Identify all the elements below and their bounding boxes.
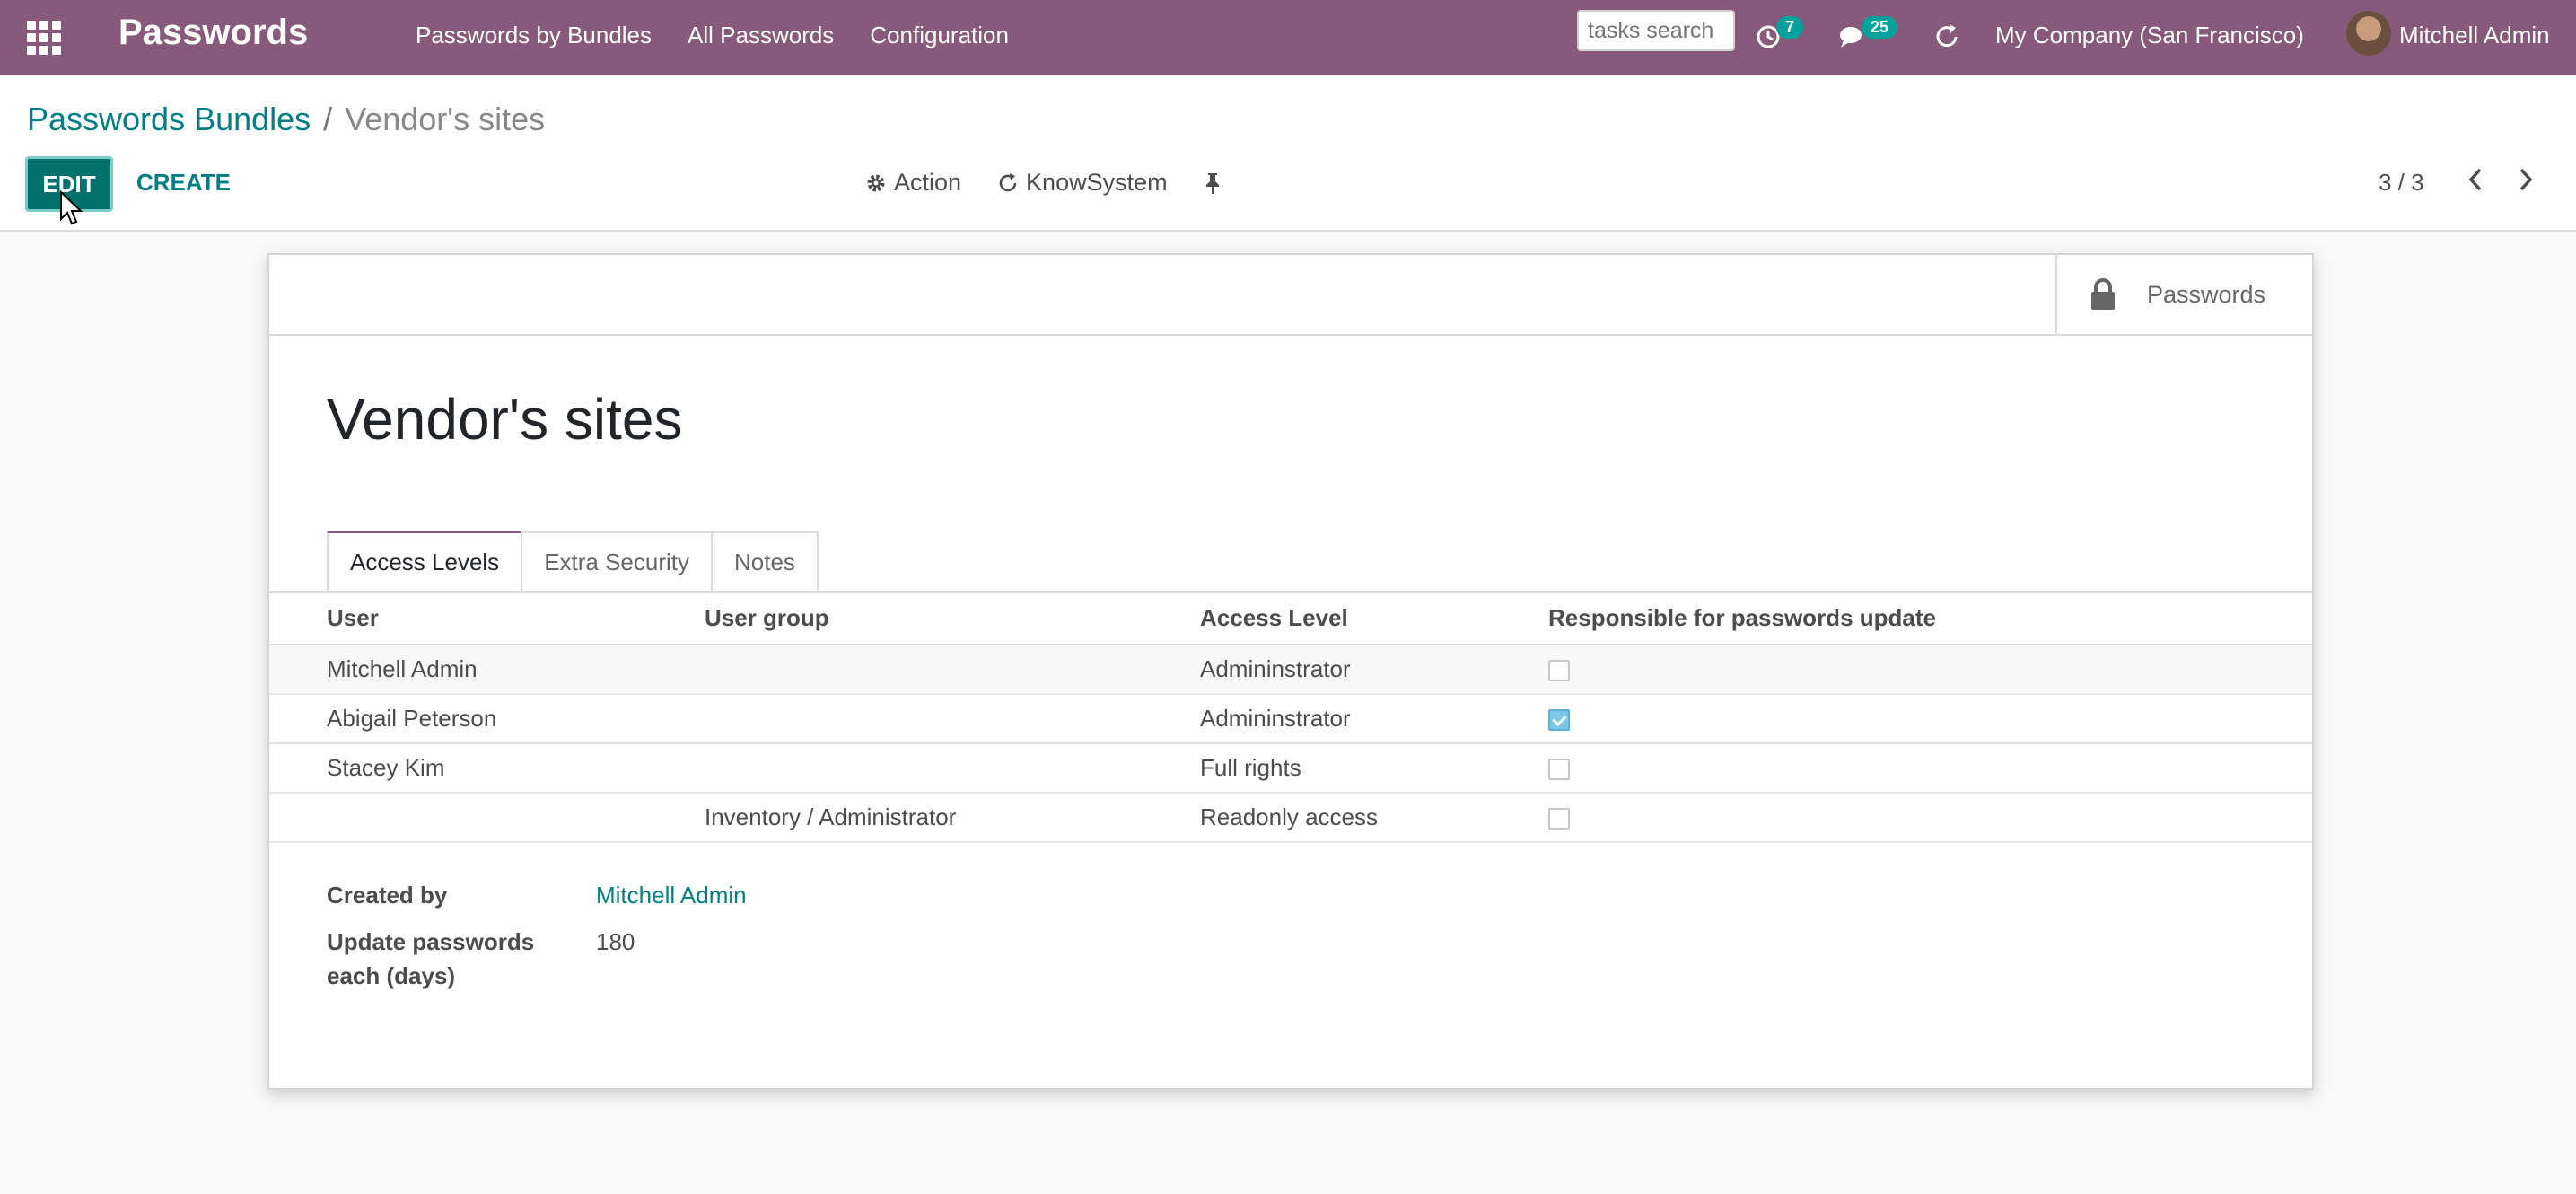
cell-user: Mitchell Admin xyxy=(269,645,704,695)
column-header-user[interactable]: User xyxy=(269,593,704,645)
user-menu[interactable]: Mitchell Admin xyxy=(2399,22,2550,49)
lock-icon xyxy=(2091,278,2115,310)
refresh-icon xyxy=(1936,24,1958,48)
table-row[interactable]: Stacey Kim Full rights xyxy=(269,743,2312,794)
chevron-left-icon[interactable] xyxy=(2466,167,2484,192)
mouse-cursor-icon xyxy=(60,190,83,225)
breadcrumb-separator: / xyxy=(323,101,333,137)
cell-responsible xyxy=(1547,793,2312,843)
responsible-checkbox[interactable] xyxy=(1548,709,1570,732)
button-box: Passwords xyxy=(269,255,2312,336)
avatar[interactable] xyxy=(2346,11,2391,56)
menu-all-passwords[interactable]: All Passwords xyxy=(688,22,834,49)
menu-passwords-by-bundles[interactable]: Passwords by Bundles xyxy=(416,22,652,49)
cell-access-level: Full rights xyxy=(1199,743,1547,794)
knowsystem-nav-button[interactable] xyxy=(1932,16,1962,57)
create-button[interactable]: CREATE xyxy=(136,169,231,197)
control-panel: Passwords Bundles / Vendor's sites EDIT CR… xyxy=(0,75,2576,232)
update-days-label: Update passwords each (days) xyxy=(327,925,596,993)
cell-access-level: Admininstrator xyxy=(1199,694,1547,744)
column-header-responsible[interactable]: Responsible for passwords update xyxy=(1547,593,2312,645)
knowsystem-label: KnowSystem xyxy=(1026,169,1168,196)
update-days-label-line2: each (days) xyxy=(327,962,456,989)
column-header-user-group[interactable]: User group xyxy=(704,593,1199,645)
created-by-label: Created by xyxy=(327,882,448,909)
activity-button[interactable]: 7 xyxy=(1755,15,1804,57)
tab-access-levels[interactable]: Access Levels xyxy=(327,531,523,591)
access-levels-table: User User group Access Level Responsible… xyxy=(269,593,2312,843)
cell-user-group xyxy=(704,694,1199,744)
field-created-by: Created by Mitchell Admin xyxy=(327,878,747,912)
cell-user: Abigail Peterson xyxy=(269,694,704,744)
passwords-smart-label: Passwords xyxy=(2147,280,2266,308)
refresh-icon xyxy=(999,172,1017,191)
action-label: Action xyxy=(894,169,962,196)
cell-responsible xyxy=(1547,694,2312,744)
cell-responsible xyxy=(1547,743,2312,794)
apps-menu-icon[interactable] xyxy=(27,21,61,55)
messages-button[interactable]: 25 xyxy=(1838,15,1898,57)
form-fields: Created by Mitchell Admin Update passwor… xyxy=(327,878,747,1005)
top-navbar: Passwords Passwords by Bundles All Passw… xyxy=(0,0,2576,75)
tab-notes[interactable]: Notes xyxy=(711,531,819,591)
passwords-smart-button[interactable]: Passwords xyxy=(2055,255,2312,334)
cell-user-group: Inventory / Administrator xyxy=(704,793,1199,843)
created-by-value[interactable]: Mitchell Admin xyxy=(596,878,747,912)
thumbtack-icon xyxy=(1205,172,1219,194)
table-row[interactable]: Abigail Peterson Admininstrator xyxy=(269,694,2312,744)
action-menu[interactable]: Action xyxy=(865,169,961,197)
table-row[interactable]: Mitchell Admin Admininstrator xyxy=(269,645,2312,695)
cell-user: Stacey Kim xyxy=(269,743,704,794)
menu-configuration[interactable]: Configuration xyxy=(870,22,1009,49)
tasks-search-input[interactable] xyxy=(1577,10,1735,51)
cell-responsible xyxy=(1547,645,2312,695)
chevron-right-icon[interactable] xyxy=(2517,167,2535,192)
breadcrumb-current: Vendor's sites xyxy=(345,101,546,137)
message-count-badge: 25 xyxy=(1862,15,1898,39)
record-title: Vendor's sites xyxy=(327,387,683,452)
pager-nav xyxy=(2466,167,2535,192)
cell-access-level: Readonly access xyxy=(1199,793,1547,843)
responsible-checkbox[interactable] xyxy=(1548,759,1570,781)
tab-extra-security[interactable]: Extra Security xyxy=(521,531,714,591)
responsible-checkbox[interactable] xyxy=(1548,660,1570,682)
pin-button[interactable] xyxy=(1204,171,1222,195)
update-days-value: 180 xyxy=(596,928,635,955)
company-switcher[interactable]: My Company (San Francisco) xyxy=(1995,22,2304,49)
field-update-days: Update passwords each (days) 180 xyxy=(327,925,747,993)
notebook-tabs: Access Levels Extra Security Notes xyxy=(327,531,819,591)
form-sheet: Passwords Vendor's sites Access Levels E… xyxy=(267,253,2314,1090)
action-toolbar: Action KnowSystem xyxy=(865,169,1222,197)
cell-user xyxy=(269,793,704,843)
cell-user-group xyxy=(704,645,1199,695)
responsible-checkbox[interactable] xyxy=(1548,808,1570,830)
breadcrumb: Passwords Bundles / Vendor's sites xyxy=(27,101,545,138)
gear-icon xyxy=(867,174,885,191)
app-title[interactable]: Passwords xyxy=(118,13,308,53)
knowsystem-menu[interactable]: KnowSystem xyxy=(997,169,1168,197)
breadcrumb-parent[interactable]: Passwords Bundles xyxy=(27,101,311,137)
column-header-access-level[interactable]: Access Level xyxy=(1199,593,1547,645)
cell-access-level: Admininstrator xyxy=(1199,645,1547,695)
table-row[interactable]: Inventory / Administrator Readonly acces… xyxy=(269,793,2312,843)
cell-user-group xyxy=(704,743,1199,794)
top-menu: Passwords by Bundles All Passwords Confi… xyxy=(416,22,1009,49)
pager-value[interactable]: 3 / 3 xyxy=(2379,169,2424,197)
activity-count-badge: 7 xyxy=(1776,15,1804,39)
update-days-label-line1: Update passwords xyxy=(327,928,535,955)
